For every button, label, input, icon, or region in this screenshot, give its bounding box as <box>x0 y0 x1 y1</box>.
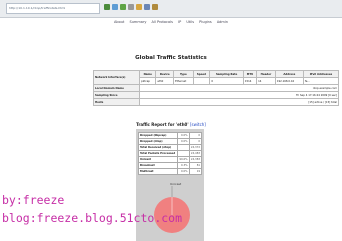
refresh-icon[interactable] <box>120 4 126 10</box>
counter-label: Multicast <box>137 168 179 175</box>
local-domain-label: Local Domain Name <box>92 84 141 92</box>
menu-admin[interactable]: Admin <box>217 20 228 24</box>
interface-cell: 14 <box>256 77 276 85</box>
counter-value: 19 <box>188 168 203 175</box>
interface-cell: 192.168.0.16 <box>274 77 304 85</box>
interface-cell <box>192 77 211 85</box>
network-interfaces-label: Network Interface(s) <box>92 70 141 85</box>
address-field[interactable]: http://10.1.10.1/ntop/trafficstats.html <box>6 3 100 14</box>
local-domain-value: ntop.example.com <box>139 84 339 92</box>
table-row: Multicast 0.0% 19 <box>137 168 203 175</box>
pie-label: Unicast <box>170 182 182 186</box>
col-header: Address <box>274 70 304 78</box>
pie-chart-svg: Unicast <box>154 182 190 233</box>
hosts-label: Hosts <box>92 98 141 106</box>
search-icon[interactable] <box>144 4 150 10</box>
counter-pct: 0.0% <box>177 168 190 175</box>
forward-icon[interactable] <box>112 4 118 10</box>
home-icon[interactable] <box>136 4 142 10</box>
hosts-value[interactable]: [15] active / [15] total <box>139 98 339 106</box>
menu-ip[interactable]: IP <box>178 20 181 24</box>
col-header: Sampling Rate <box>209 70 244 78</box>
interface-cell: pktcap <box>139 77 157 85</box>
sampling-since-label: Sampling Since <box>92 91 141 99</box>
traffic-report-title: Traffic Report for 'eth0' [switch] <box>0 122 342 127</box>
back-icon[interactable] <box>104 4 110 10</box>
interface-cell: fe... <box>302 77 340 85</box>
report-title-text: Traffic Report for 'eth0' <box>136 122 189 127</box>
stop-icon[interactable] <box>128 4 134 10</box>
switch-link[interactable]: [switch] <box>190 122 206 127</box>
traffic-pie-chart: Unicast <box>152 177 192 237</box>
menu-utils[interactable]: Utils <box>186 20 194 24</box>
col-header: Name <box>139 70 157 78</box>
interface-cell: Ethernet <box>173 77 194 85</box>
global-stats-table: Network Interface(s) Name Device Type Sp… <box>92 70 340 106</box>
favorites-icon[interactable] <box>152 4 158 10</box>
menu-plugins[interactable]: Plugins <box>199 20 212 24</box>
interface-cell: eth0 <box>155 77 175 85</box>
col-header: Device <box>155 70 175 78</box>
sampling-since-value: Fri Sep 4 17:16:24 2009 [0 sec] <box>139 91 339 99</box>
col-header: IPv6 Addresses <box>302 70 340 78</box>
menu-about[interactable]: About <box>114 20 124 24</box>
col-header: Speed <box>192 70 211 78</box>
menu-summary[interactable]: Summary <box>129 20 146 24</box>
watermark-author: by:freeze <box>2 193 65 207</box>
page-title: Global Traffic Statistics <box>135 55 207 61</box>
col-header: Type <box>173 70 194 78</box>
watermark-blog: blog:freeze.blog.51cto.com <box>2 211 183 225</box>
traffic-counters-table: Dropped (libpcap) 0.0% 0 Dropped (ntop) … <box>137 132 203 175</box>
col-header: MTU <box>242 70 258 78</box>
col-header: Header <box>256 70 276 78</box>
interface-cell: 1514 <box>242 77 258 85</box>
interface-cell: 0 <box>209 77 244 85</box>
menu-all-protocols[interactable]: All Protocols <box>152 20 173 24</box>
browser-toolbar: http://10.1.10.1/ntop/trafficstats.html <box>0 0 342 18</box>
ntop-menu-bar: About Summary All Protocols IP Utils Plu… <box>0 18 342 26</box>
